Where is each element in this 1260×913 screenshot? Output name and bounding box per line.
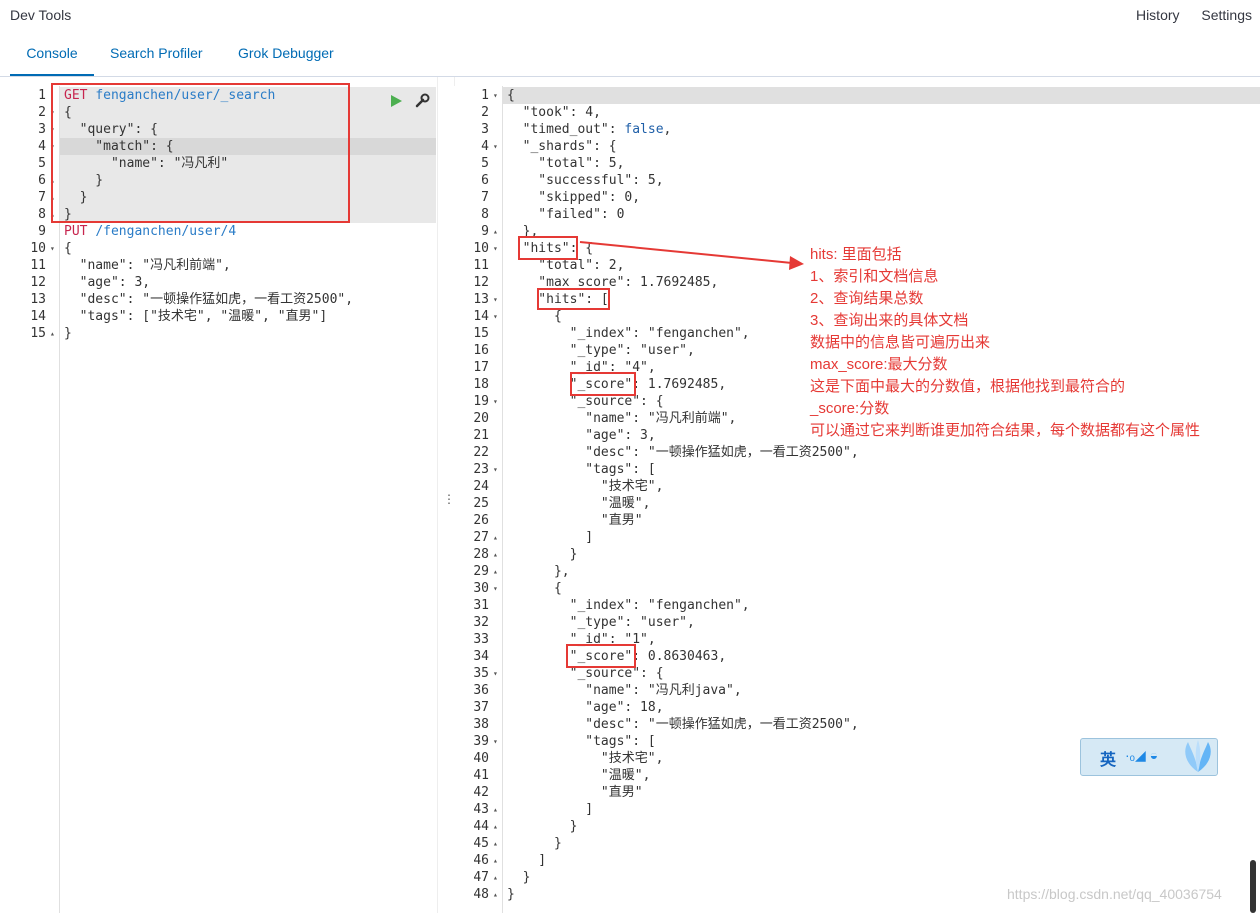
annotation-line: max_score:最大分数	[810, 356, 948, 373]
ime-icons[interactable]: ·ₒ◢ ◒	[1125, 747, 1158, 764]
annotation-line: 数据中的信息皆可遍历出来	[810, 334, 991, 351]
lotus-icon	[1185, 740, 1211, 772]
annotation-arrow	[579, 241, 804, 270]
annotation-note: hits: 里面包括 1、索引和文档信息 2、查询结果总数 3、查询出来的具体文档数据…	[810, 244, 1200, 442]
annotation-line: 1、索引和文档信息	[810, 268, 939, 285]
annotation-line: _score:分数	[810, 400, 890, 417]
annotation-line: 2、查询结果总数	[810, 290, 924, 307]
scrollbar-thumb[interactable]	[1250, 860, 1256, 913]
annotation-line: hits: 里面包括	[810, 246, 902, 263]
annotation-line: 3、查询出来的具体文档	[810, 312, 969, 329]
annotation-line: 这是下面中最大的分数值，根据他找到最符合的	[810, 378, 1126, 395]
ime-language-indicator[interactable]: 英	[1100, 746, 1116, 770]
watermark: https://blog.csdn.net/qq_40036754	[1007, 886, 1222, 902]
annotation-line: 可以通过它来判断谁更加符合结果，每个数据都有这个属性	[810, 422, 1201, 439]
